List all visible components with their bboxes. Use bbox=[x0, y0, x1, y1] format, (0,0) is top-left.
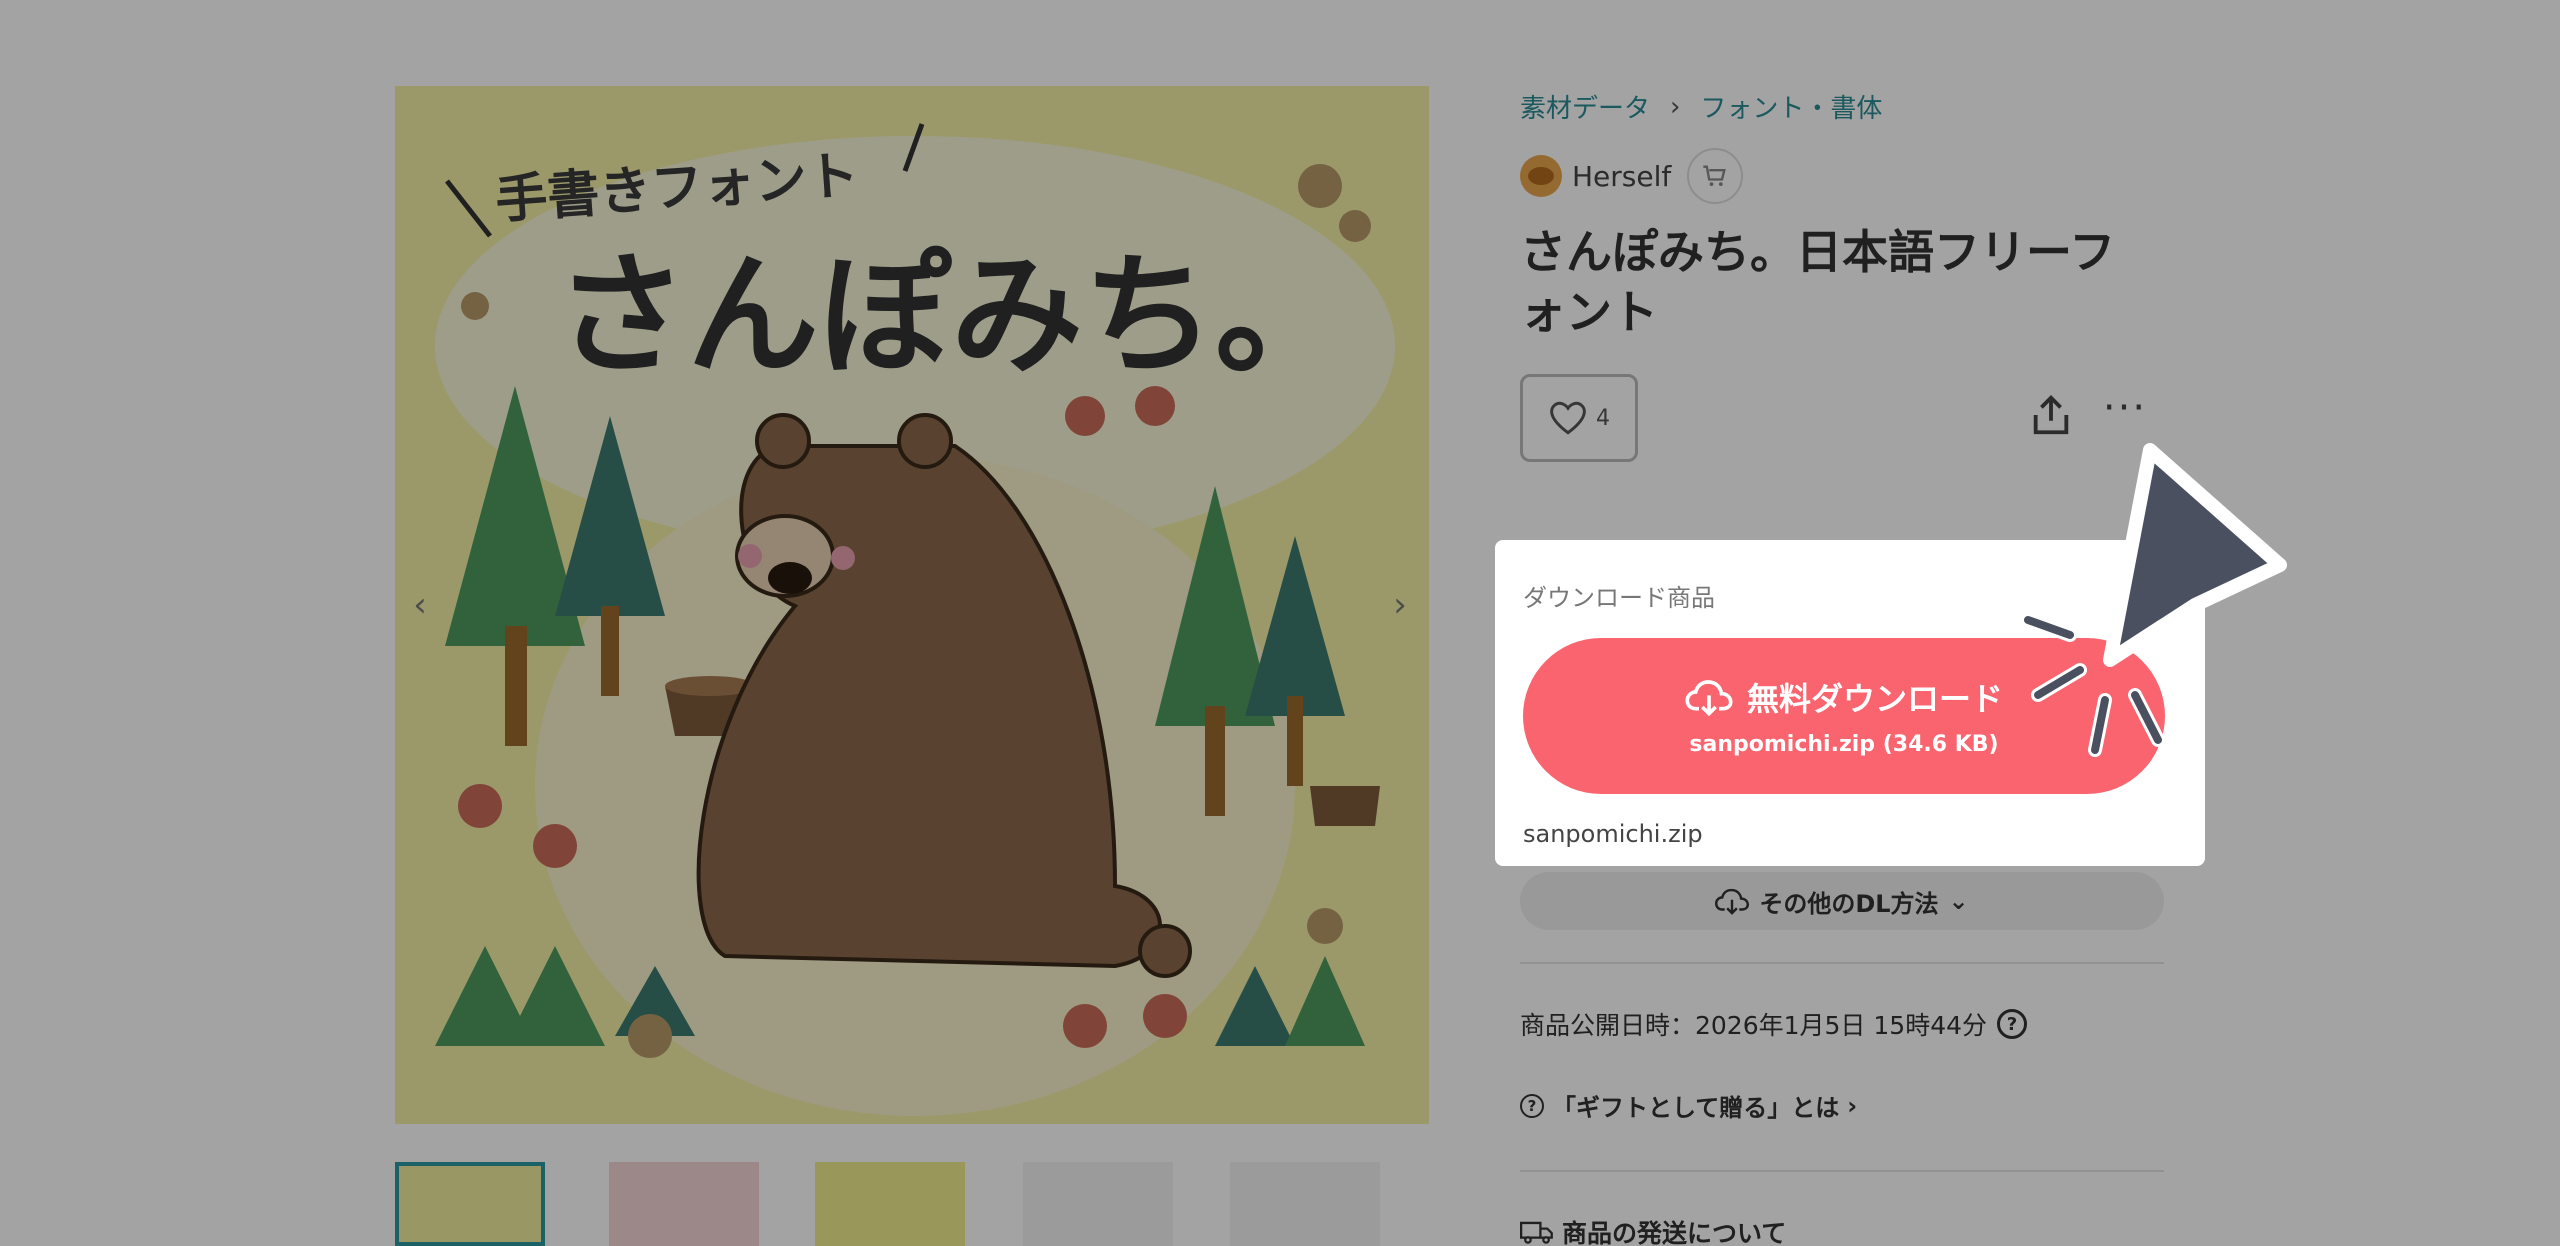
free-download-label: 無料ダウンロード bbox=[1746, 680, 2003, 718]
like-button[interactable]: 4 bbox=[1520, 374, 1638, 462]
divider bbox=[1520, 962, 2164, 964]
thumbnail-1[interactable] bbox=[395, 1162, 545, 1246]
gift-info-link[interactable]: ? 「ギフトとして贈る」とは › bbox=[1520, 1088, 1857, 1123]
product-main-image[interactable]: 手書きフォント さんぽみち。 bbox=[395, 86, 1429, 1124]
breadcrumb-category[interactable]: 素材データ bbox=[1520, 88, 1650, 125]
shop-info: Herself bbox=[1520, 148, 1744, 204]
help-icon[interactable]: ? bbox=[1997, 1009, 2028, 1039]
cloud-download-icon bbox=[1685, 680, 1733, 717]
hero-headline: さんぽみち。 bbox=[555, 239, 1347, 393]
shipping-info[interactable]: 商品の発送について bbox=[1520, 1214, 1786, 1246]
thumbnail-3[interactable] bbox=[815, 1162, 965, 1246]
download-heading: ダウンロード商品 bbox=[1523, 584, 1715, 612]
truck-icon bbox=[1520, 1221, 1553, 1244]
thumbnail-strip bbox=[395, 1162, 1395, 1246]
publish-date: 商品公開日時：2026年1月5日 15時44分 ? bbox=[1520, 1006, 2028, 1042]
shop-avatar[interactable] bbox=[1520, 155, 1562, 197]
carousel-next-icon[interactable]: › bbox=[1385, 585, 1415, 625]
carousel-prev-icon[interactable]: ‹ bbox=[405, 585, 435, 625]
thumbnail-4[interactable] bbox=[1023, 1162, 1173, 1246]
thumbnail-2[interactable] bbox=[609, 1162, 759, 1246]
shipping-label: 商品の発送について bbox=[1562, 1219, 1787, 1246]
chevron-right-icon: › bbox=[1670, 91, 1681, 122]
question-icon: ? bbox=[1520, 1093, 1544, 1118]
shop-name[interactable]: Herself bbox=[1572, 160, 1671, 193]
breadcrumb: 素材データ › フォント・書体 bbox=[1520, 88, 1882, 125]
font-sample-illustration: 手書きフォント さんぽみち。 bbox=[395, 86, 1429, 1124]
other-download-methods-label: その他のDL方法 bbox=[1759, 889, 1939, 918]
chevron-right-icon: › bbox=[1847, 1091, 1858, 1120]
chevron-down-icon: ⌄ bbox=[1948, 887, 1969, 915]
product-title: さんぽみち。日本語フリーフォント bbox=[1520, 225, 2116, 339]
cloud-download-icon bbox=[1715, 888, 1750, 915]
click-pointer-icon bbox=[2021, 443, 2287, 757]
breadcrumb-subcategory[interactable]: フォント・書体 bbox=[1700, 88, 1882, 125]
like-count: 4 bbox=[1596, 405, 1610, 431]
other-download-methods-button[interactable]: その他のDL方法 ⌄ bbox=[1520, 872, 2164, 930]
thumbnail-5[interactable] bbox=[1230, 1162, 1380, 1246]
divider bbox=[1520, 1170, 2164, 1172]
cart-icon bbox=[1703, 165, 1727, 187]
publish-date-label: 商品公開日時：2026年1月5日 15時44分 bbox=[1520, 1011, 1988, 1040]
heart-icon bbox=[1550, 401, 1586, 435]
cart-button[interactable] bbox=[1687, 148, 1744, 204]
download-filename: sanpomichi.zip bbox=[1523, 820, 1703, 848]
gift-info-label: 「ギフトとして贈る」とは bbox=[1552, 1094, 1840, 1122]
